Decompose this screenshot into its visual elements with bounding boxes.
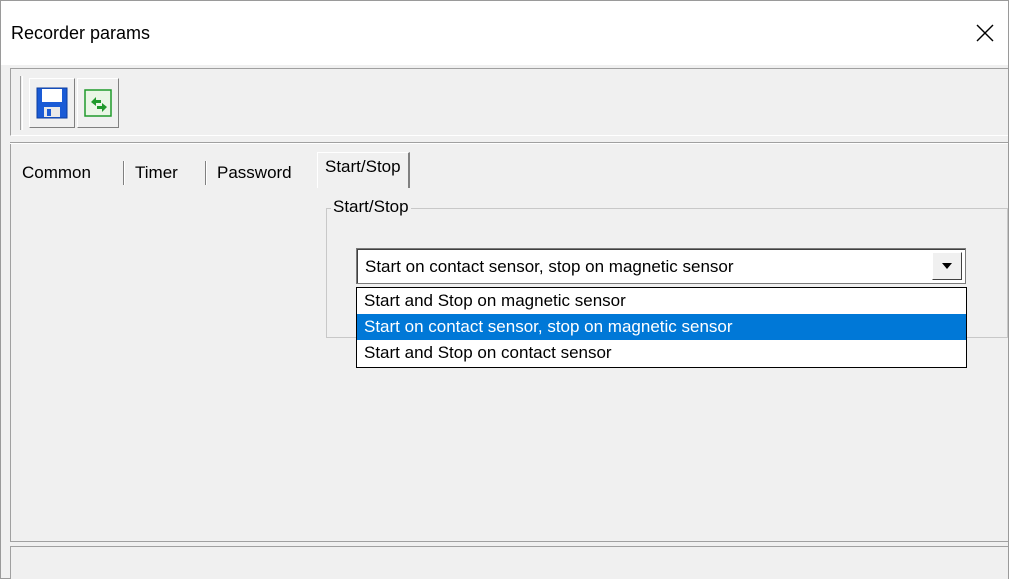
tab-label: Password [217,163,292,182]
save-button[interactable] [29,78,75,128]
tab-common[interactable]: Common [15,159,98,187]
refresh-icon [84,89,112,117]
refresh-button[interactable] [77,78,119,128]
window-title: Recorder params [11,23,151,43]
start-stop-mode-combobox[interactable]: Start on contact sensor, stop on magneti… [356,248,966,284]
close-button[interactable] [962,1,1008,65]
tab-label: Common [22,163,91,182]
status-panel [10,546,1008,579]
dropdown-arrow-icon [942,263,952,269]
dropdown-option-selected[interactable]: Start on contact sensor, stop on magneti… [357,314,966,340]
dropdown-option[interactable]: Start and Stop on contact sensor [357,340,966,366]
groupbox-title: Start/Stop [331,197,411,217]
tab-divider [123,161,125,185]
dropdown-option[interactable]: Start and Stop on magnetic sensor [357,288,966,314]
floppy-disk-icon [36,87,68,119]
start-stop-dropdown-list: Start and Stop on magnetic sensor Start … [356,287,967,368]
combo-dropdown-button[interactable] [932,252,962,280]
close-icon [976,24,994,42]
toolbar [10,68,1008,136]
tab-password[interactable]: Password [210,159,299,187]
title-bar: Recorder params [1,1,1008,65]
tab-start-stop[interactable]: Start/Stop [317,152,410,188]
tab-divider [205,161,207,185]
combo-selected-value: Start on contact sensor, stop on magneti… [365,257,734,276]
tab-label: Start/Stop [325,157,401,176]
tab-label: Timer [135,163,178,182]
recorder-params-window: Recorder params Common Timer Password St… [0,0,1009,579]
tab-timer[interactable]: Timer [128,159,185,187]
status-bar [10,541,1008,579]
toolbar-grip[interactable] [20,76,23,130]
